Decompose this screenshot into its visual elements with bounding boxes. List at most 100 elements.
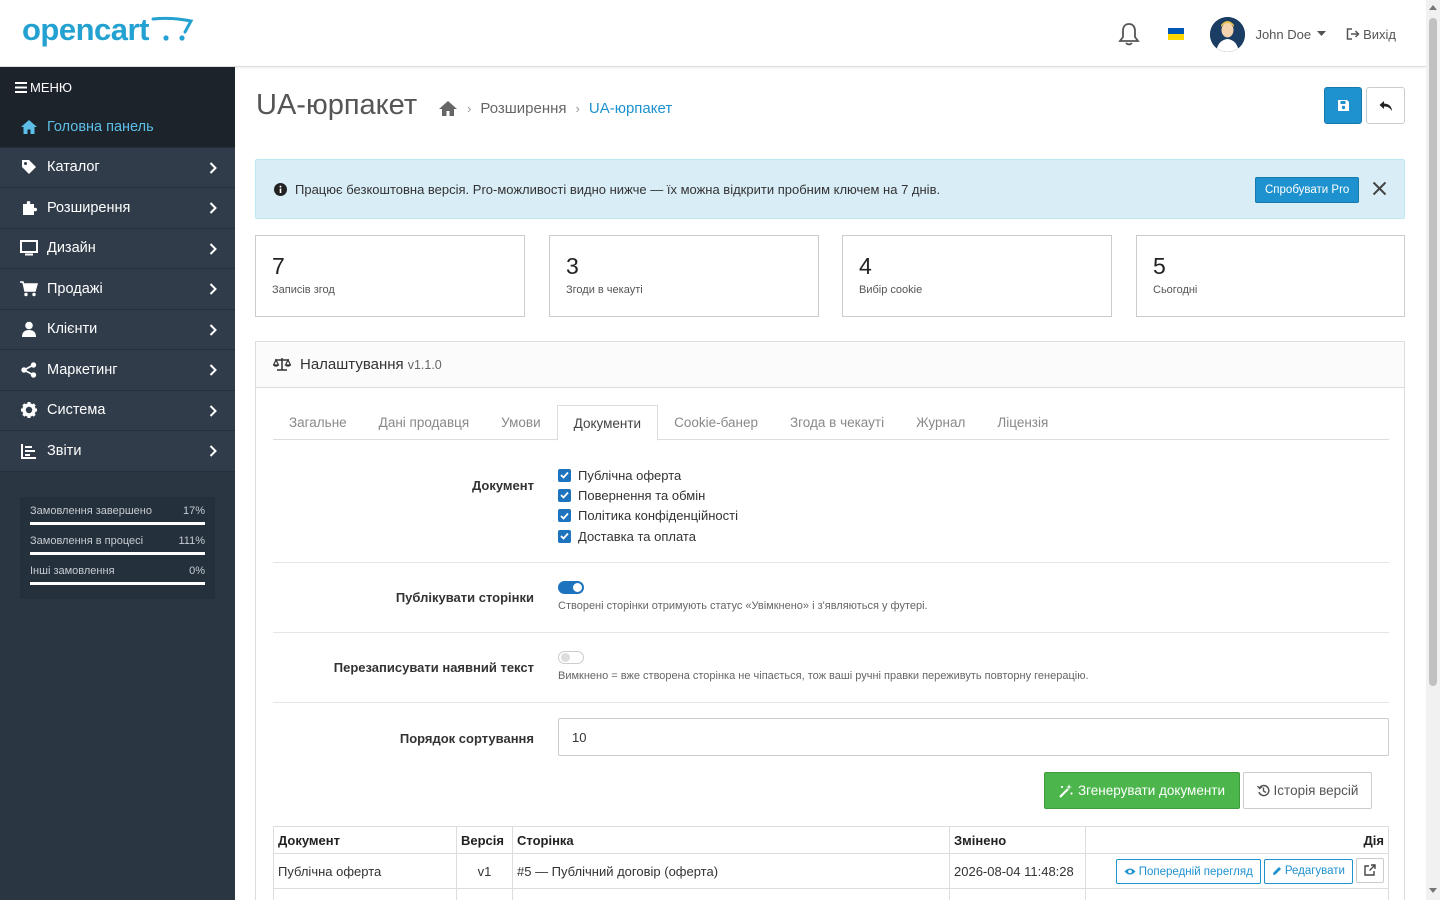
tab-terms[interactable]: Умови <box>485 405 556 440</box>
sidebar-item-sales[interactable]: Продажі <box>0 269 235 310</box>
tab-cookie-banner[interactable]: Cookie-банер <box>658 405 774 440</box>
bell-icon[interactable] <box>1118 22 1141 46</box>
cell-changed: 2026-08-04 11:48:28 <box>949 853 1086 889</box>
stat-value: 0% <box>189 564 205 577</box>
overwrite-row: Перезаписувати наявний текст Вимкнено = … <box>273 633 1389 703</box>
chevron-down-icon[interactable] <box>1317 31 1327 37</box>
stat-value: 111% <box>178 534 205 547</box>
documents-label: Документ <box>472 478 534 493</box>
sidebar-item-marketing[interactable]: Маркетинг <box>0 350 235 391</box>
card-label: Згоди в чекауті <box>566 284 643 297</box>
user-icon <box>20 321 38 338</box>
breadcrumb-extensions[interactable]: Розширення <box>480 100 566 117</box>
tab-checkout-consent[interactable]: Згода в чекауті <box>774 405 900 440</box>
sidebar-item-catalog[interactable]: Каталог <box>0 147 235 188</box>
settings-panel: Налаштування v1.1.0 Загальне Дані продав… <box>255 341 1405 900</box>
checkbox-public-offer[interactable]: Публічна оферта <box>558 465 738 485</box>
stat-label: Інші замовлення <box>30 564 115 577</box>
publish-toggle[interactable] <box>558 581 584 594</box>
balance-scale-icon <box>273 358 291 371</box>
pencil-icon <box>1272 867 1281 876</box>
sort-label: Порядок сортування <box>399 731 534 746</box>
col-action: Дія <box>1085 826 1389 854</box>
sidebar-item-label: Продажі <box>47 280 103 297</box>
scrollbar-thumb[interactable] <box>1429 18 1437 686</box>
avatar[interactable] <box>1210 16 1246 52</box>
sidebar-item-label: Система <box>47 402 106 419</box>
logout-label: Вихід <box>1363 26 1396 42</box>
checkbox-privacy[interactable]: Політика конфіденційності <box>558 506 738 526</box>
open-external-button[interactable] <box>1356 857 1384 883</box>
magic-wand-icon <box>1059 783 1073 798</box>
history-label: Історія версій <box>1273 783 1359 798</box>
sidebar-item-extensions[interactable]: Розширення <box>0 188 235 229</box>
sidebar-item-design[interactable]: Дизайн <box>0 228 235 269</box>
sidebar-item-label: Розширення <box>47 199 131 216</box>
stat-other: Інші замовлення 0% <box>30 565 205 585</box>
checkbox-delivery[interactable]: Доставка та оплата <box>558 526 738 546</box>
tab-log[interactable]: Журнал <box>900 405 981 440</box>
close-icon[interactable] <box>1372 181 1387 196</box>
user-name[interactable]: John Doe <box>1255 27 1311 42</box>
tab-general[interactable]: Загальне <box>273 405 363 440</box>
save-icon <box>1337 100 1349 111</box>
sidebar-item-system[interactable]: Система <box>0 390 235 431</box>
save-button[interactable] <box>1324 87 1362 124</box>
desktop-icon <box>20 240 38 256</box>
puzzle-icon <box>20 200 38 216</box>
table-row: Публічна оферта v1 #5 — Публічний догові… <box>273 853 1389 889</box>
sidebar-item-label: Клієнти <box>47 321 98 338</box>
tab-license[interactable]: Ліцензія <box>981 405 1064 440</box>
sidebar-item-label: Головна панель <box>47 118 154 135</box>
stat-card-consents: 7 Записів згод <box>255 235 525 317</box>
sidebar-item-customers[interactable]: Клієнти <box>0 309 235 350</box>
card-value: 5 <box>1153 253 1166 279</box>
checkbox-label: Доставка та оплата <box>578 528 696 544</box>
version-history-button[interactable]: Історія версій <box>1243 772 1372 809</box>
preview-button[interactable]: Попередній перегляд <box>1115 859 1261 885</box>
col-changed: Змінено <box>949 826 1086 854</box>
checkbox-label: Повернення та обмін <box>578 487 706 503</box>
generate-documents-button[interactable]: Згенерувати документи <box>1044 772 1240 809</box>
generate-label: Згенерувати документи <box>1077 783 1226 798</box>
sort-order-input[interactable]: 10 <box>558 718 1389 756</box>
page-scrollbar[interactable] <box>1426 0 1440 900</box>
edit-label: Редагувати <box>1284 865 1345 878</box>
card-label: Сьогодні <box>1153 284 1198 297</box>
stat-progress-bar <box>30 581 205 585</box>
sort-row: Порядок сортування 10 <box>273 703 1389 771</box>
stat-label: Замовлення завершено <box>30 504 152 517</box>
back-button[interactable] <box>1366 87 1405 124</box>
scroll-down-icon[interactable] <box>1429 886 1437 894</box>
logout-link[interactable]: Вихід <box>1346 27 1396 42</box>
tab-seller[interactable]: Дані продавця <box>363 405 486 440</box>
cell-version: v1 <box>456 853 513 889</box>
tab-documents[interactable]: Документи <box>556 405 659 441</box>
sidebar-item-label: Звіти <box>47 442 82 459</box>
sidebar-item-reports[interactable]: Звіти <box>0 431 235 472</box>
opencart-logo[interactable]: opencart <box>22 14 195 45</box>
settings-tabs: Загальне Дані продавця Умови Документи C… <box>273 405 1389 441</box>
overwrite-help: Вимкнено = вже створена сторінка не чіпа… <box>558 670 1089 682</box>
scroll-up-icon[interactable] <box>1429 4 1437 12</box>
card-value: 3 <box>566 253 579 279</box>
breadcrumb-separator: › <box>575 101 580 116</box>
reply-icon <box>1379 100 1392 111</box>
ukraine-flag-icon[interactable] <box>1168 28 1185 40</box>
checkbox-returns[interactable]: Повернення та обмін <box>558 485 738 505</box>
top-header: opencart John Doe Вихід <box>0 0 1426 67</box>
home-icon[interactable] <box>438 100 458 117</box>
check-icon <box>558 468 571 482</box>
overwrite-label: Перезаписувати наявний текст <box>333 660 534 675</box>
checkbox-label: Політика конфіденційності <box>578 508 738 524</box>
cell-page: #5 — Публічний договір (оферта) <box>512 853 950 889</box>
documents-row: Документ Публічна оферта Повернення та о… <box>273 462 1389 563</box>
try-pro-button[interactable]: Спробувати Pro <box>1255 177 1360 203</box>
check-icon <box>558 509 571 523</box>
sidebar-item-dashboard[interactable]: Головна панель <box>0 107 235 148</box>
breadcrumb-current[interactable]: UA-юрпакет <box>589 100 672 117</box>
menu-toggle[interactable]: МЕНЮ <box>0 67 235 107</box>
edit-button[interactable]: Редагувати <box>1263 858 1353 884</box>
check-icon <box>558 529 571 543</box>
overwrite-toggle[interactable] <box>558 651 584 664</box>
